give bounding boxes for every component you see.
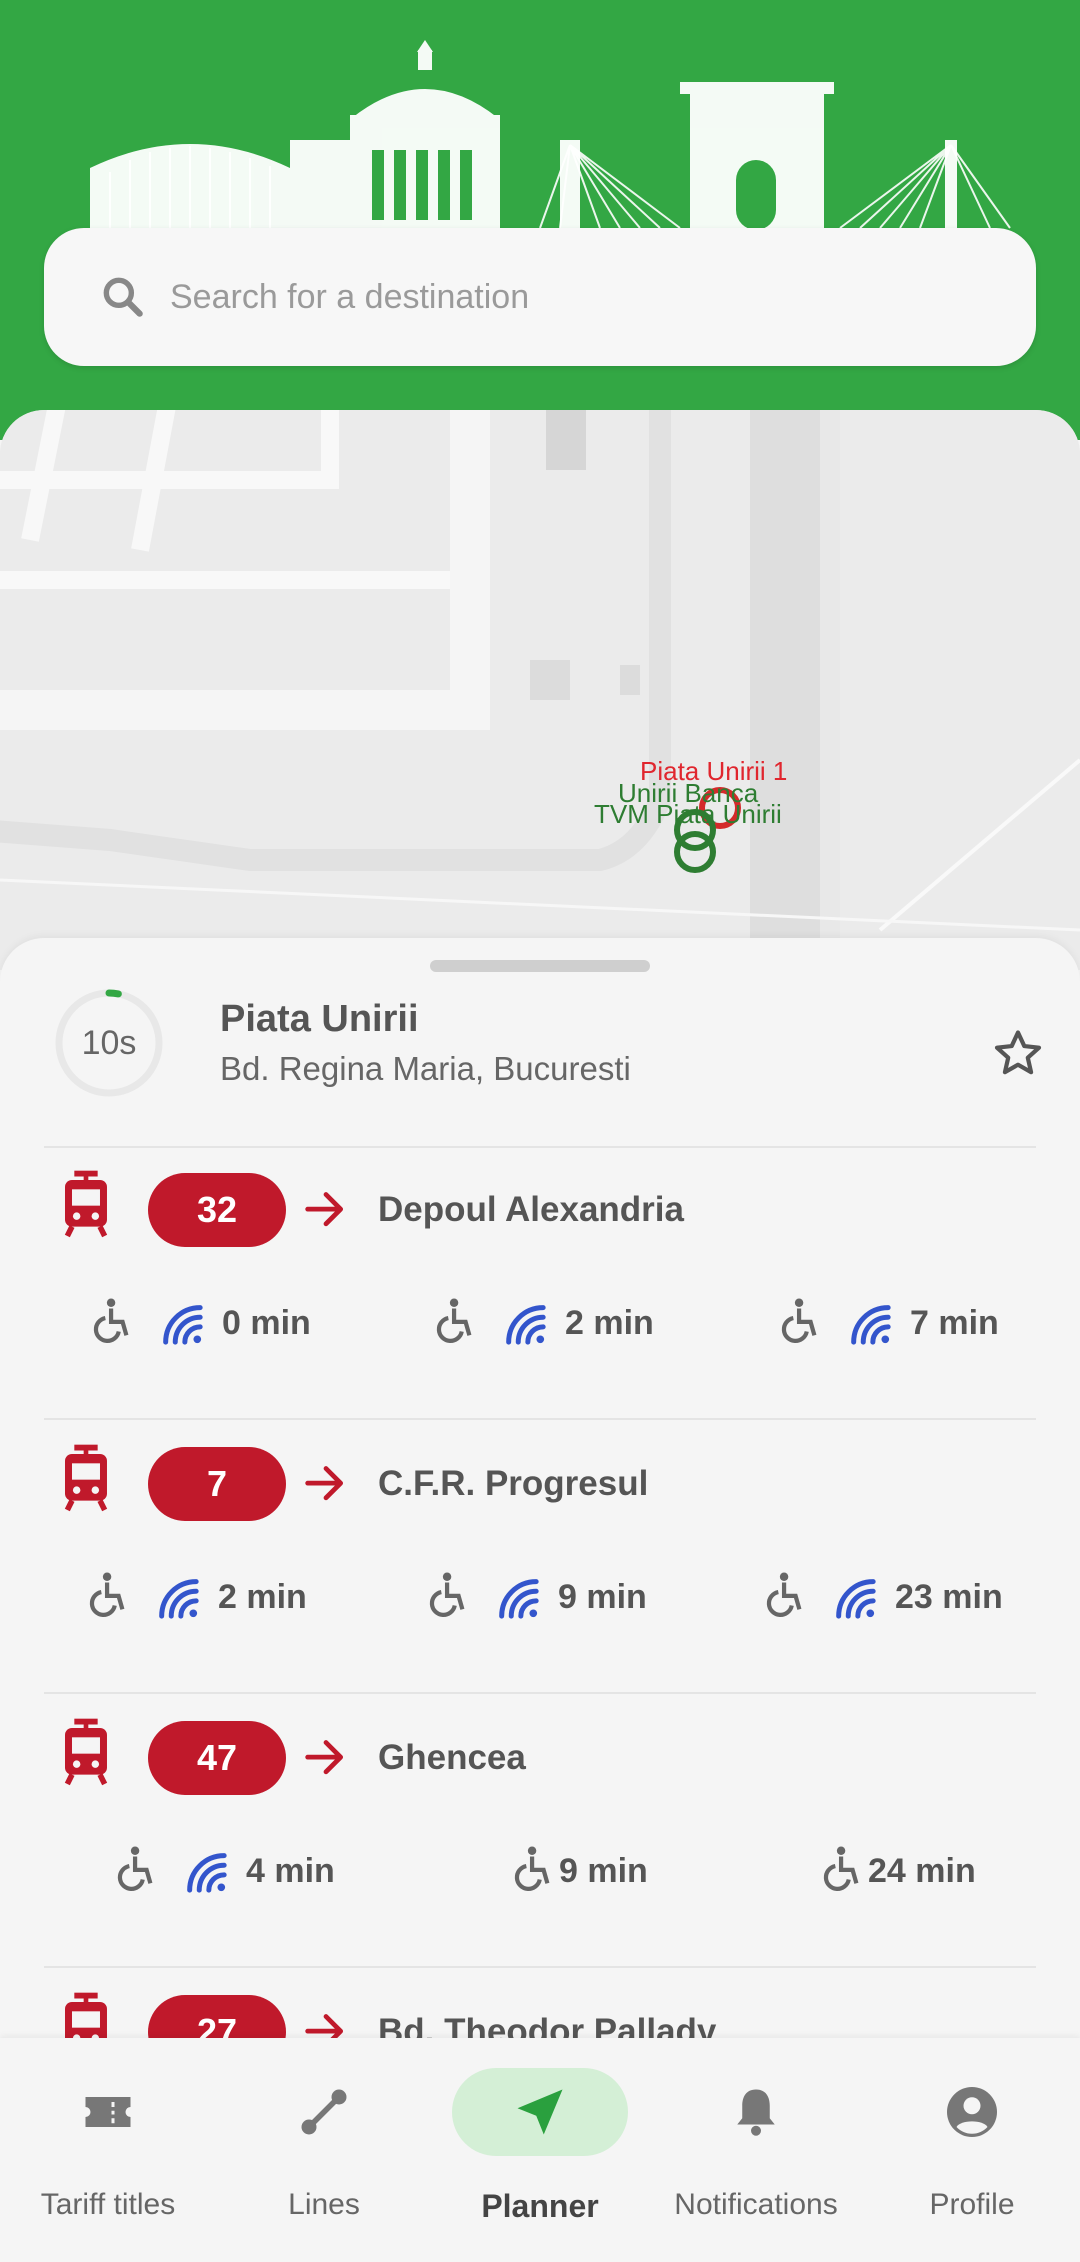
nav-planner[interactable]: Planner [432,2038,648,2262]
tram-icon [58,1714,114,1788]
nav-profile[interactable]: Profile [864,2038,1080,2262]
arrival-time: 2 min [433,1288,654,1358]
nav-tariff-titles[interactable]: Tariff titles [0,2038,216,2262]
arrival-time: 9 min [511,1836,648,1906]
search-placeholder: Search for a destination [170,277,530,316]
drag-handle[interactable] [430,960,650,972]
arrival-time: 9 min [426,1562,647,1632]
map-view[interactable]: Piata Unirii 1 Unirii Banca TVM Piata Un… [0,410,1080,970]
ticket-icon [85,2097,131,2127]
realtime-signal-icon [831,1574,877,1620]
navigation-arrow-icon [517,2089,563,2135]
stop-departures-sheet[interactable]: 10s Piata Unirii Bd. Regina Maria, Bucur… [0,938,1080,2038]
arrival-minutes: 23 min [895,1577,1003,1616]
route-destination: Ghencea [378,1738,526,1777]
route-destination: C.F.R. Progresul [378,1464,649,1503]
route-row[interactable]: 47 Ghencea 4 min 9 min 24 min [0,1696,1080,1970]
refresh-timer-label: 10s [81,1023,137,1062]
map-label-tvm-piata-unirii: TVM Piata Unirii [594,799,782,829]
search-icon [103,277,143,317]
stop-address: Bd. Regina Maria, Bucuresti [220,1050,631,1087]
bottom-navigation: Tariff titles Lines Planner Notification… [0,2038,1080,2262]
route-row[interactable]: 7 C.F.R. Progresul 2 min 9 min 23 min [0,1422,1080,1696]
wheelchair-accessible-icon [778,1297,824,1349]
wheelchair-accessible-icon [86,1571,132,1623]
arrival-minutes: 2 min [218,1577,307,1616]
wheelchair-accessible-icon [511,1845,557,1897]
route-row[interactable]: 32 Depoul Alexandria 0 min 2 min 7 min [0,1148,1080,1422]
realtime-signal-icon [501,1300,547,1346]
divider [44,1418,1036,1420]
route-destination: Bd. Theodor Pallady [378,2012,717,2038]
nav-label: Lines [288,2188,360,2221]
search-bar[interactable]: Search for a destination [44,228,1036,366]
realtime-signal-icon [182,1848,228,1894]
stop-header: 10s Piata Unirii Bd. Regina Maria, Bucur… [0,988,1080,1097]
nav-notifications[interactable]: Notifications [648,2038,864,2262]
arrival-time: 0 min [90,1288,311,1358]
wheelchair-accessible-icon [433,1297,479,1349]
arrival-time: 23 min [763,1562,1003,1632]
nav-label: Profile [929,2188,1015,2221]
direction-arrow-icon [304,1737,348,1777]
arrival-times: 0 min 2 min 7 min [0,1288,1080,1358]
nav-label: Planner [481,2188,599,2224]
route-row[interactable]: 27 Bd. Theodor Pallady [0,1970,1080,2038]
arrival-minutes: 24 min [868,1851,976,1890]
arrival-minutes: 7 min [910,1303,999,1342]
arrival-time: 2 min [86,1562,307,1632]
direction-arrow-icon [304,1463,348,1503]
tram-icon [58,1988,114,2038]
header: Search for a destination [0,0,1080,440]
realtime-signal-icon [158,1300,204,1346]
tram-icon [58,1166,114,1240]
arrival-minutes: 0 min [222,1303,311,1342]
arrival-time: 24 min [820,1836,976,1906]
arrival-times: 2 min 9 min 23 min [0,1562,1080,1632]
stop-name: Piata Unirii [220,998,419,1040]
arrival-minutes: 4 min [246,1851,335,1890]
wheelchair-accessible-icon [114,1845,160,1897]
wheelchair-accessible-icon [820,1845,866,1897]
line-number-badge: 32 [148,1173,286,1247]
line-number-badge: 7 [148,1447,286,1521]
line-number-badge: 47 [148,1721,286,1795]
wheelchair-accessible-icon [763,1571,809,1623]
map-canvas: Piata Unirii 1 Unirii Banca TVM Piata Un… [0,410,1080,970]
arrival-time: 7 min [778,1288,999,1358]
divider [44,1966,1036,1968]
wheelchair-accessible-icon [426,1571,472,1623]
arrival-time: 4 min [114,1836,335,1906]
tram-icon [58,1440,114,1514]
bell-icon [737,2089,775,2136]
realtime-signal-icon [494,1574,540,1620]
realtime-signal-icon [846,1300,892,1346]
favorite-star-icon[interactable] [990,1026,1046,1082]
divider [44,1692,1036,1694]
route-destination: Depoul Alexandria [378,1190,684,1229]
arrival-minutes: 2 min [565,1303,654,1342]
line-number-badge: 27 [148,1995,286,2038]
nav-label: Tariff titles [40,2188,176,2221]
direction-arrow-icon [304,2011,348,2038]
wheelchair-accessible-icon [90,1297,136,1349]
arrival-minutes: 9 min [559,1851,648,1890]
nav-lines[interactable]: Lines [216,2038,432,2262]
direction-arrow-icon [304,1189,348,1229]
realtime-signal-icon [154,1574,200,1620]
arrival-minutes: 9 min [558,1577,647,1616]
bucharest-skyline-illustration [90,40,1011,230]
route-icon [301,2089,347,2135]
arrival-times: 4 min 9 min 24 min [0,1836,1080,1906]
nav-label: Notifications [674,2188,838,2221]
account-circle-icon [947,2087,997,2137]
